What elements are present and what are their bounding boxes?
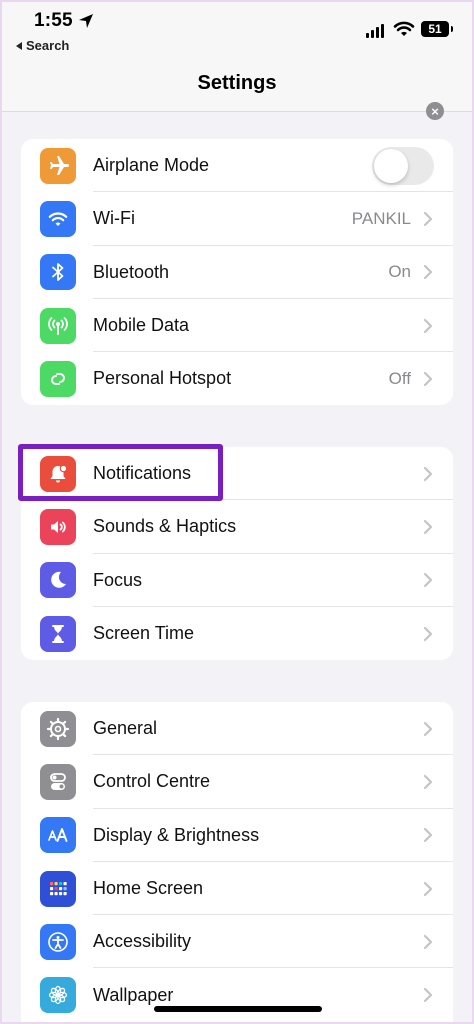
hourglass-icon [40, 615, 76, 652]
cellular-signal-icon [366, 24, 384, 38]
chevron-right-icon [423, 934, 433, 949]
bluetooth-icon [40, 254, 76, 291]
chevron-right-icon [423, 371, 433, 386]
back-search-label: Search [26, 38, 70, 53]
row-personal-hotspot[interactable]: Personal Hotspot Off [21, 352, 453, 405]
location-arrow-icon [79, 14, 93, 28]
back-triangle-icon [16, 41, 22, 50]
row-label: Control Centre [93, 771, 211, 792]
row-home-screen[interactable]: Home Screen [21, 862, 453, 916]
speaker-icon [40, 508, 76, 545]
row-label: General [93, 718, 158, 739]
row-focus[interactable]: Focus [21, 554, 453, 607]
row-wifi[interactable]: Wi-Fi PANKIL [21, 192, 453, 246]
chevron-right-icon [423, 881, 433, 896]
row-value: Off [388, 368, 411, 388]
row-label: Display & Brightness [93, 824, 260, 845]
row-sounds-haptics[interactable]: Sounds & Haptics [21, 500, 453, 554]
accessibility-icon [40, 923, 76, 960]
close-button[interactable]: × [426, 102, 444, 120]
row-label: Focus [93, 569, 143, 590]
row-airplane-mode[interactable]: Airplane Mode [21, 139, 453, 193]
row-bluetooth[interactable]: Bluetooth On [21, 246, 453, 299]
back-to-search-link[interactable]: Search [16, 38, 69, 53]
chevron-right-icon [423, 721, 433, 736]
row-label: Bluetooth [93, 261, 170, 282]
text-size-icon [40, 817, 76, 854]
app-grid-icon [40, 870, 76, 907]
row-label: Personal Hotspot [93, 368, 232, 389]
notifications-highlight-box [18, 444, 223, 501]
row-label: Accessibility [93, 931, 192, 952]
airplane-icon [40, 147, 76, 184]
chevron-right-icon [423, 318, 433, 333]
chevron-right-icon [423, 573, 433, 588]
row-control-centre[interactable]: Control Centre [21, 755, 453, 809]
row-label: Wi-Fi [93, 208, 135, 229]
settings-group-connectivity: Airplane Mode Wi-Fi PANKIL Bluetooth On [21, 139, 453, 406]
status-time: 1:55 [34, 10, 73, 31]
row-general[interactable]: General [21, 702, 453, 756]
chevron-right-icon [423, 466, 433, 481]
chevron-right-icon [423, 519, 433, 535]
home-indicator[interactable] [154, 1006, 322, 1012]
chevron-right-icon [423, 211, 433, 227]
battery-indicator: 51 [421, 21, 453, 37]
chevron-right-icon [423, 774, 433, 790]
row-mobile-data[interactable]: Mobile Data [21, 299, 453, 353]
chevron-right-icon [423, 988, 433, 1003]
row-value: On [388, 262, 411, 282]
row-label: Screen Time [93, 623, 195, 644]
row-label: Airplane Mode [93, 155, 210, 176]
page-title: Settings [197, 72, 277, 94]
switches-icon [40, 763, 76, 800]
antenna-icon [40, 307, 76, 344]
wifi-icon [40, 200, 76, 237]
row-label: Sounds & Haptics [93, 516, 237, 537]
row-label: Mobile Data [93, 315, 190, 336]
row-value: PANKIL [351, 208, 411, 228]
status-bar: 1:55 Search 51 [0, 0, 474, 60]
chevron-right-icon [423, 828, 433, 843]
row-label: Home Screen [93, 878, 204, 899]
settings-group-general: General Control Centre Display & Brightn… [21, 702, 453, 1024]
wifi-status-icon [393, 21, 415, 36]
row-wallpaper[interactable]: Wallpaper [21, 968, 453, 1021]
row-screen-time[interactable]: Screen Time [21, 607, 453, 660]
hotspot-icon [40, 360, 76, 397]
airplane-mode-toggle[interactable] [372, 146, 434, 185]
nav-bar: Settings [0, 60, 474, 112]
gear-icon [40, 710, 76, 747]
row-display-brightness[interactable]: Display & Brightness [21, 809, 453, 862]
row-accessibility[interactable]: Accessibility [21, 915, 453, 969]
chevron-right-icon [423, 265, 433, 280]
moon-icon [40, 562, 76, 599]
chevron-right-icon [423, 626, 433, 641]
flower-icon [40, 977, 76, 1014]
row-label: Wallpaper [93, 984, 174, 1005]
